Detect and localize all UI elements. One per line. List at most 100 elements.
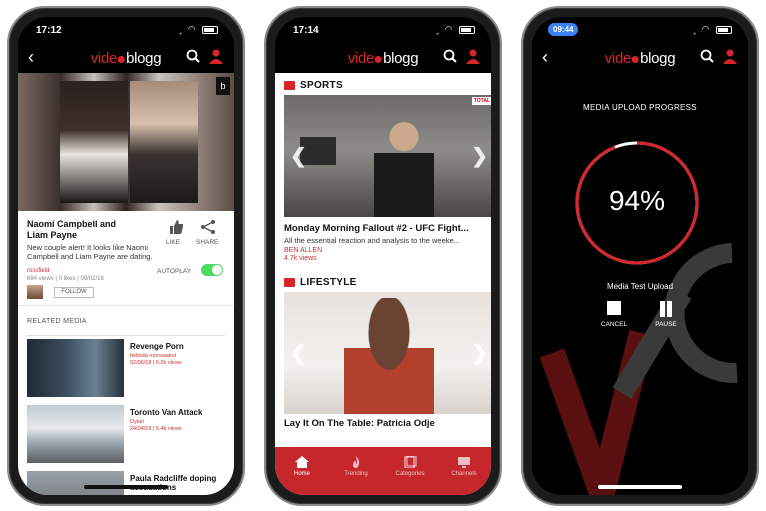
logo-dot xyxy=(632,55,640,63)
channel-logo: TOTAL xyxy=(471,97,491,105)
tab-trending[interactable]: Trending xyxy=(329,447,383,495)
related-meta: 02/06/18 | 6.2k views xyxy=(130,360,182,366)
pause-icon xyxy=(658,301,674,317)
list-item[interactable]: Paula Radcliffe doping accusations xyxy=(18,468,234,495)
video-meta: 684 views | 0 likes | 09/02/18 xyxy=(27,276,104,282)
media-name: Media Test Upload xyxy=(606,282,674,291)
related-author: belinda nomsaakul xyxy=(130,353,176,359)
app-bar: ‹ vide blogg xyxy=(532,43,748,73)
search-icon[interactable] xyxy=(700,49,714,63)
logo-part-1: vide xyxy=(347,50,375,67)
cancel-button[interactable]: CANCEL xyxy=(594,301,634,328)
video-views: 4.7k views xyxy=(284,255,317,262)
notch xyxy=(67,17,185,37)
tab-label: Categories xyxy=(395,471,425,477)
video-title[interactable]: Lay It On The Table: Patricia Odje xyxy=(284,418,482,429)
video-title[interactable]: Monday Morning Fallout #2 - UFC Fight... xyxy=(284,223,482,234)
related-title: Revenge Porn xyxy=(130,342,184,351)
video-title: Naomi Campbell and Liam Payne xyxy=(27,219,117,240)
video-thumbnail-left xyxy=(60,81,128,203)
tab-label: Home xyxy=(293,471,310,477)
search-icon[interactable] xyxy=(443,49,457,63)
user-icon[interactable] xyxy=(722,48,738,64)
app-bar: ‹ vide blogg xyxy=(18,43,234,73)
phone-video-detail: 17:12 ▂▄▆ ◠ ‹ videblogg b Naomi Campbell… xyxy=(7,6,245,506)
section-icon xyxy=(284,278,295,287)
section-icon xyxy=(284,81,295,90)
logo-part-1: vide xyxy=(604,50,632,67)
phone-home-feed: 17:14 ▂▄▆ ◠ videblogg SPORTS ❮ ❯ TOTAL M… xyxy=(264,6,502,506)
share-label[interactable]: SHARE xyxy=(196,239,218,246)
related-list: Revenge Porn belinda nomsaakul 02/06/18 … xyxy=(18,336,234,495)
related-title: Paula Radcliffe doping accusations xyxy=(130,474,217,492)
section-title: SPORTS xyxy=(300,80,343,91)
back-icon[interactable]: ‹ xyxy=(28,47,34,68)
list-item[interactable]: Revenge Porn belinda nomsaakul 02/06/18 … xyxy=(18,336,234,402)
video-description: New couple alert! It looks like Naomi Ca… xyxy=(27,243,153,261)
chevron-right-icon[interactable]: ❯ xyxy=(471,144,488,169)
related-author: Dylan xyxy=(130,419,145,425)
chevron-left-icon[interactable]: ❮ xyxy=(290,144,307,169)
stop-icon xyxy=(607,301,621,315)
logo-part-1: vide xyxy=(90,50,118,67)
notch xyxy=(324,17,442,37)
video-player[interactable]: b xyxy=(18,73,234,211)
tab-categories[interactable]: Categories xyxy=(383,447,437,495)
related-thumbnail xyxy=(27,471,124,495)
related-meta: 24/04/18 | 5.4k views xyxy=(130,426,182,432)
tab-home[interactable]: Home xyxy=(275,447,329,495)
pause-button[interactable]: PAUSE xyxy=(646,301,686,328)
video-detail-content: b Naomi Campbell and Liam Payne New coup… xyxy=(18,73,234,495)
channel-badge: b xyxy=(216,77,230,95)
avatar[interactable] xyxy=(27,285,43,299)
flame-icon xyxy=(353,456,360,468)
user-icon[interactable] xyxy=(465,48,481,64)
home-indicator[interactable] xyxy=(598,485,682,489)
screen: 17:12 ▂▄▆ ◠ ‹ videblogg b Naomi Campbell… xyxy=(18,17,234,495)
home-icon xyxy=(295,456,309,468)
screen: 09:44 ▂▄▆ ◠ ‹ videblogg MEDIA UPLOAD PRO… xyxy=(532,17,748,495)
home-indicator[interactable] xyxy=(84,485,168,489)
video-card-sports[interactable]: ❮ ❯ TOTAL xyxy=(284,95,491,217)
search-icon[interactable] xyxy=(186,49,200,63)
app-bar: vide blogg xyxy=(275,43,491,73)
app-logo: vide blogg xyxy=(91,50,162,67)
section-title: LIFESTYLE xyxy=(300,277,357,288)
related-thumbnail xyxy=(27,405,124,463)
battery-icon xyxy=(202,25,218,34)
video-thumbnail-right xyxy=(130,81,198,203)
like-label[interactable]: LIKE xyxy=(166,239,180,246)
video-subtitle: All the essential reaction and analysis … xyxy=(284,236,460,245)
list-item[interactable]: Toronto Van Attack Dylan 24/04/18 | 5.4k… xyxy=(18,402,234,468)
related-media-header: RELATED MEDIA xyxy=(27,318,87,325)
section-header-sports: SPORTS xyxy=(275,77,491,95)
video-card-lifestyle[interactable]: ❮ ❯ xyxy=(284,292,491,414)
video-author[interactable]: BEN ALLEN xyxy=(284,247,482,254)
related-header-wrap: RELATED MEDIA xyxy=(18,306,234,336)
related-title: Toronto Van Attack xyxy=(130,408,203,417)
video-author[interactable]: rossfield xyxy=(27,268,49,274)
tab-channels[interactable]: Channels xyxy=(437,447,491,495)
logo-dot xyxy=(375,55,383,63)
tab-label: Trending xyxy=(344,471,368,477)
follow-button[interactable]: FOLLOW xyxy=(54,287,94,298)
logo-part-2: blogg xyxy=(640,50,676,67)
logo-part-2: blogg xyxy=(126,50,162,67)
related-thumbnail xyxy=(27,339,124,397)
back-icon[interactable]: ‹ xyxy=(542,47,548,68)
tab-label: Channels xyxy=(451,471,477,477)
video-subject xyxy=(374,119,434,217)
battery-icon xyxy=(716,25,732,34)
user-icon[interactable] xyxy=(208,48,224,64)
battery-icon xyxy=(459,25,475,34)
share-icon[interactable] xyxy=(200,219,216,235)
autoplay-toggle[interactable] xyxy=(201,264,223,276)
chevron-left-icon[interactable]: ❮ xyxy=(290,341,307,366)
thumbs-up-icon[interactable] xyxy=(168,219,184,235)
status-time: 09:44 xyxy=(548,23,579,36)
categories-icon xyxy=(404,456,417,468)
channels-icon xyxy=(458,457,470,468)
bottom-tab-bar: Home Trending Categories Channels xyxy=(275,447,491,495)
chevron-right-icon[interactable]: ❯ xyxy=(471,341,488,366)
